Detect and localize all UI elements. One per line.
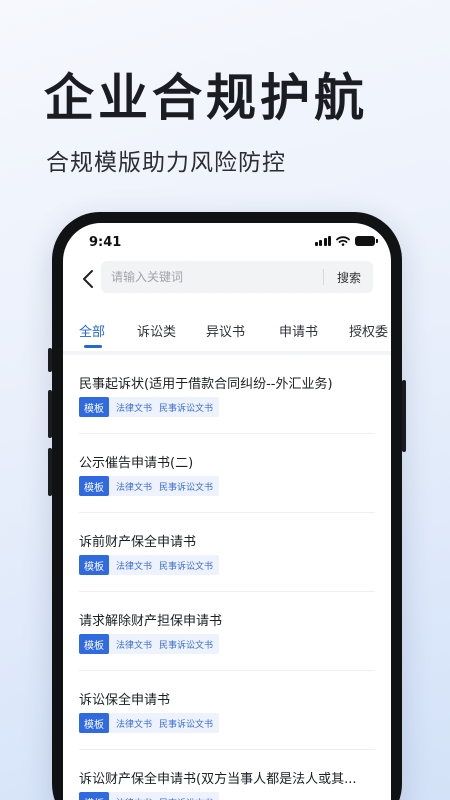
tab-active-indicator <box>84 345 102 348</box>
subcategory-tag: 民事诉讼文书 <box>159 403 214 414</box>
promo-subtitle: 合规模版助力风险防控 <box>46 150 286 176</box>
category-tag: 法律文书 <box>116 561 153 572</box>
document-tags: 模板 法律文书 民事诉讼文书 <box>79 397 220 417</box>
search-navbar: 搜索 <box>63 261 391 297</box>
signal-icon <box>314 236 331 246</box>
subcategory-tag: 民事诉讼文书 <box>159 640 214 651</box>
tab-authorization[interactable]: 授权委 <box>349 321 388 340</box>
document-tags: 模板 法律文书 民事诉讼文书 <box>79 713 220 733</box>
subcategory-tag: 民事诉讼文书 <box>159 561 214 572</box>
category-tag: 法律文书 <box>116 719 153 730</box>
document-tags: 模板 法律文书 民事诉讼文书 <box>79 634 220 654</box>
list-item[interactable]: 公示催告申请书(二) 模板 法律文书 民事诉讼文书 <box>79 434 375 513</box>
phone-power-button <box>402 380 406 452</box>
category-tag: 法律文书 <box>116 403 153 414</box>
list-item[interactable]: 诉前财产保全申请书 模板 法律文书 民事诉讼文书 <box>79 513 375 592</box>
phone-volume-up <box>48 390 52 438</box>
tab-objection[interactable]: 异议书 <box>206 321 245 340</box>
phone-mute-switch <box>48 348 52 372</box>
category-tag: 法律文书 <box>116 482 153 493</box>
document-title: 公示催告申请书(二) <box>79 456 194 471</box>
status-time: 9:41 <box>89 235 122 250</box>
wifi-icon <box>336 236 350 246</box>
subcategory-tag: 民事诉讼文书 <box>159 792 213 800</box>
search-box: 搜索 <box>101 261 373 293</box>
category-tabs: 全部 诉讼类 异议书 申请书 授权委 <box>63 311 391 349</box>
phone-mockup: 9:41 搜索 <box>48 212 406 800</box>
list-item[interactable]: 诉讼保全申请书 模板 法律文书 民事诉讼文书 <box>79 671 375 750</box>
search-input[interactable] <box>111 261 311 293</box>
list-item[interactable]: 民事起诉状(适用于借款合同纠纷--外汇业务) 模板 法律文书 民事诉讼文书 <box>79 355 375 434</box>
template-badge: 模板 <box>79 713 109 733</box>
subcategory-tag: 民事诉讼文书 <box>159 719 214 730</box>
document-list: 民事起诉状(适用于借款合同纠纷--外汇业务) 模板 法律文书 民事诉讼文书 公示… <box>63 355 391 800</box>
category-tag: 法律文书 <box>116 640 153 651</box>
document-title: 请求解除财产担保申请书 <box>79 614 223 629</box>
template-badge: 模板 <box>79 634 109 654</box>
status-icons <box>314 236 378 246</box>
document-title: 诉前财产保全申请书 <box>79 535 197 550</box>
battery-icon <box>355 236 378 246</box>
document-tags: 模板 法律文书 民事诉讼文书 <box>79 476 220 496</box>
document-tags: 模板 法律文书 民事诉讼文书 <box>79 555 220 575</box>
tab-litigation[interactable]: 诉讼类 <box>137 321 176 340</box>
template-badge: 模板 <box>79 476 109 496</box>
document-title: 诉讼财产保全申请书(双方当事人都是法人或其... <box>79 772 357 787</box>
list-item[interactable]: 请求解除财产担保申请书 模板 法律文书 民事诉讼文书 <box>79 592 375 671</box>
status-bar: 9:41 <box>63 223 391 259</box>
tab-all[interactable]: 全部 <box>79 321 105 340</box>
category-tag: 法律文书 <box>116 792 152 800</box>
tab-application[interactable]: 申请书 <box>279 321 318 340</box>
phone-volume-down <box>48 448 52 496</box>
search-divider <box>323 269 324 285</box>
template-badge: 模板 <box>79 792 109 800</box>
document-title: 民事起诉状(适用于借款合同纠纷--外汇业务) <box>79 377 333 392</box>
search-button[interactable]: 搜索 <box>325 261 373 293</box>
promo-title: 企业合规护航 <box>44 69 368 127</box>
document-title: 诉讼保全申请书 <box>79 693 171 708</box>
template-badge: 模板 <box>79 397 109 417</box>
document-tags: 模板 法律文书 民事诉讼文书 <box>79 792 220 800</box>
template-badge: 模板 <box>79 555 109 575</box>
list-item[interactable]: 诉讼财产保全申请书(双方当事人都是法人或其... 模板 法律文书 民事诉讼文书 <box>79 750 375 800</box>
back-arrow-icon[interactable] <box>77 267 101 291</box>
phone-screen: 9:41 搜索 <box>63 223 391 800</box>
subcategory-tag: 民事诉讼文书 <box>159 482 214 493</box>
